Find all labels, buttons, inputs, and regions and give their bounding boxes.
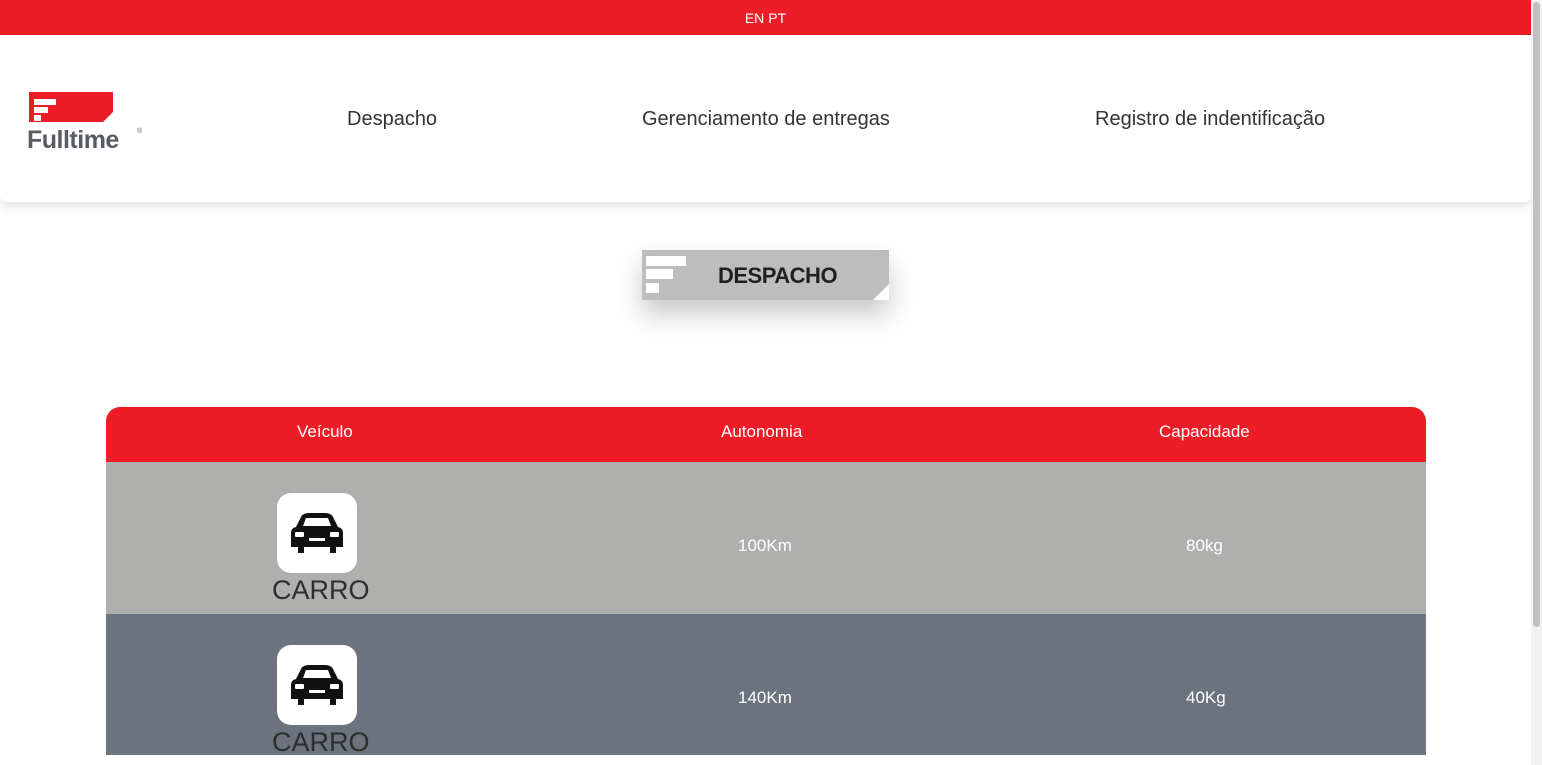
vehicle-label: CARRO: [272, 575, 370, 605]
fulltime-logo[interactable]: Fulltime ®: [27, 90, 147, 156]
section-title-badge: DESPACHO: [642, 250, 889, 300]
language-bar: EN PT: [0, 0, 1531, 35]
nav-gerenciamento-entregas[interactable]: Gerenciamento de entregas: [642, 108, 890, 131]
col-header-vehicle: Veículo: [297, 422, 353, 441]
car-icon: [277, 645, 357, 725]
capacity-cell: 40Kg: [1186, 688, 1226, 707]
car-icon: [277, 493, 357, 573]
main-header: Fulltime ® Despacho Gerenciamento de ent…: [0, 35, 1531, 202]
nav-despacho[interactable]: Despacho: [347, 108, 437, 131]
scrollbar-thumb[interactable]: [1533, 2, 1540, 627]
vehicle-label: CARRO: [272, 727, 370, 755]
vehicle-cell: CARRO: [272, 645, 370, 755]
vehicle-cell: CARRO: [272, 493, 370, 606]
vehicle-table: Veículo Autonomia Capacidade CARRO 100Km…: [106, 407, 1426, 755]
logo-mark-icon: [29, 92, 113, 122]
table-header: Veículo Autonomia Capacidade: [106, 407, 1426, 462]
logo-registered-mark: ®: [137, 128, 143, 135]
nav-registro-identificacao[interactable]: Registro de indentificação: [1095, 108, 1325, 131]
lang-pt-link[interactable]: PT: [768, 10, 786, 26]
autonomy-cell: 100Km: [738, 536, 792, 555]
col-header-autonomy: Autonomia: [721, 422, 803, 441]
section-title: DESPACHO: [718, 263, 838, 288]
table-row[interactable]: CARRO 140Km 40Kg: [106, 614, 1426, 755]
table-row[interactable]: CARRO 100Km 80kg: [106, 462, 1426, 614]
capacity-cell: 80kg: [1186, 536, 1223, 555]
vertical-scrollbar[interactable]: [1531, 0, 1542, 765]
logo-wordmark: Fulltime: [27, 126, 119, 154]
lang-en-link[interactable]: EN: [745, 10, 764, 26]
col-header-capacity: Capacidade: [1159, 422, 1250, 441]
autonomy-cell: 140Km: [738, 688, 792, 707]
